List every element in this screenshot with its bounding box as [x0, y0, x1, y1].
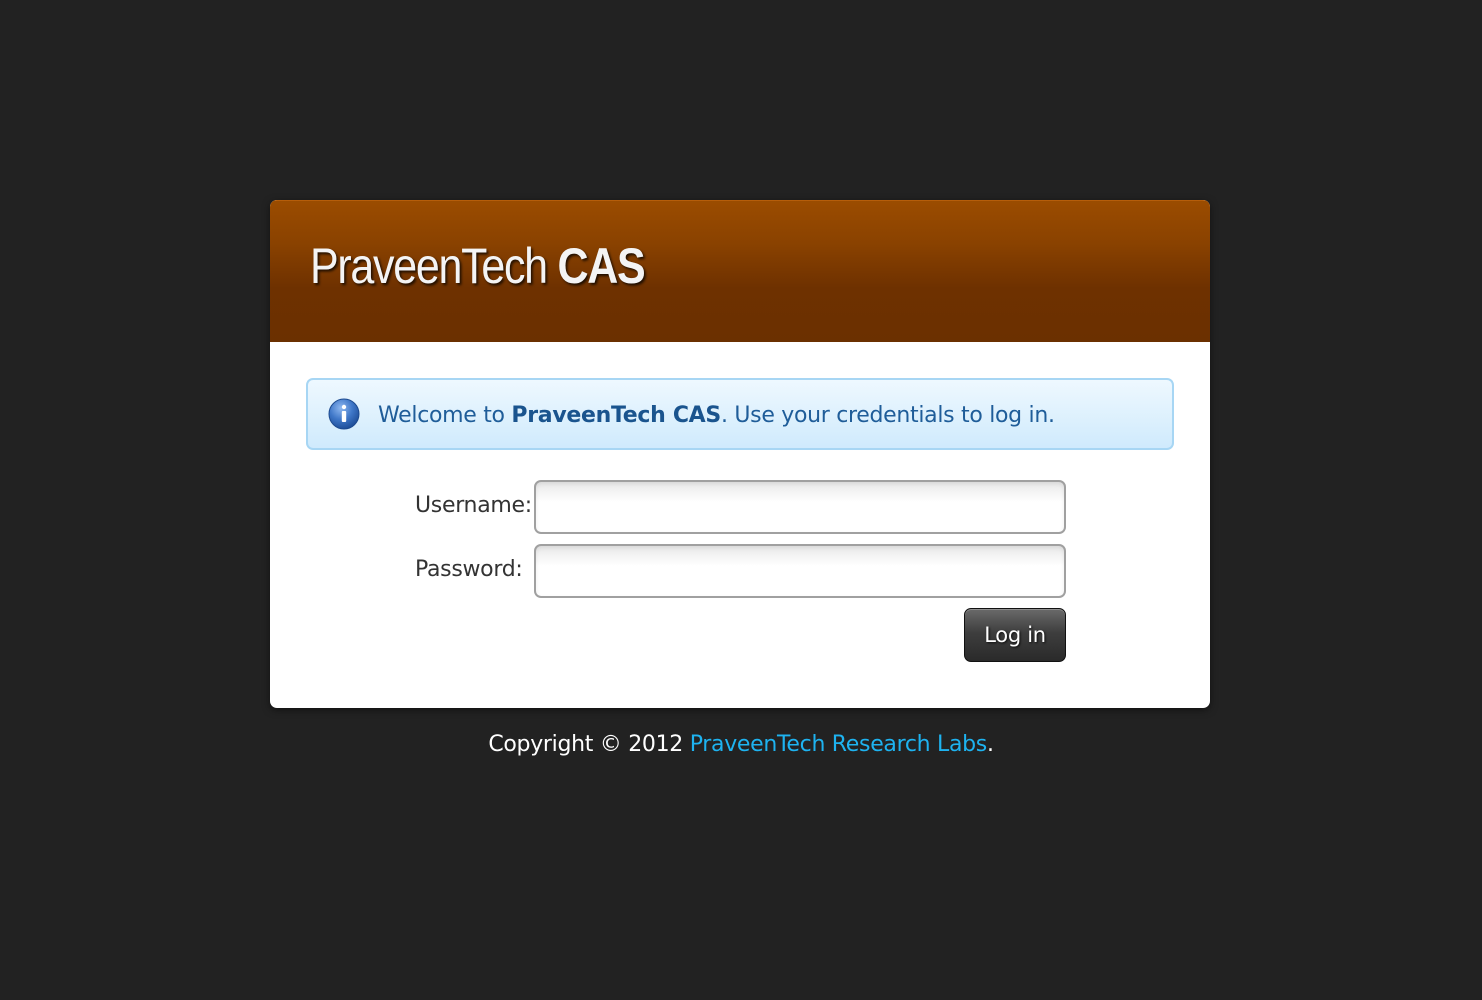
login-button[interactable]: Log in: [964, 608, 1066, 662]
footer-company-link[interactable]: PraveenTech Research Labs: [690, 732, 988, 757]
brand-title: PraveenTech CAS: [310, 237, 646, 295]
info-icon: [328, 398, 360, 430]
login-card: PraveenTech CAS: [270, 200, 1210, 708]
footer: Copyright © 2012 PraveenTech Research La…: [0, 732, 1482, 757]
info-banner: Welcome to PraveenTech CAS. Use your cre…: [306, 378, 1174, 450]
info-message: Welcome to PraveenTech CAS. Use your cre…: [378, 402, 1055, 430]
footer-copyright: Copyright © 2012: [488, 732, 690, 757]
card-header: PraveenTech CAS: [270, 200, 1210, 342]
password-label: Password:: [415, 557, 523, 582]
info-message-product: PraveenTech CAS: [511, 403, 721, 428]
footer-period: .: [986, 732, 994, 757]
info-message-prefix: Welcome to: [378, 403, 512, 428]
brand-title-bold: CAS: [557, 238, 645, 294]
info-message-suffix: . Use your credentials to log in.: [720, 403, 1055, 428]
username-input[interactable]: [534, 480, 1066, 534]
brand-title-regular: PraveenTech: [310, 238, 548, 294]
username-label: Username:: [415, 493, 532, 518]
password-input[interactable]: [534, 544, 1066, 598]
